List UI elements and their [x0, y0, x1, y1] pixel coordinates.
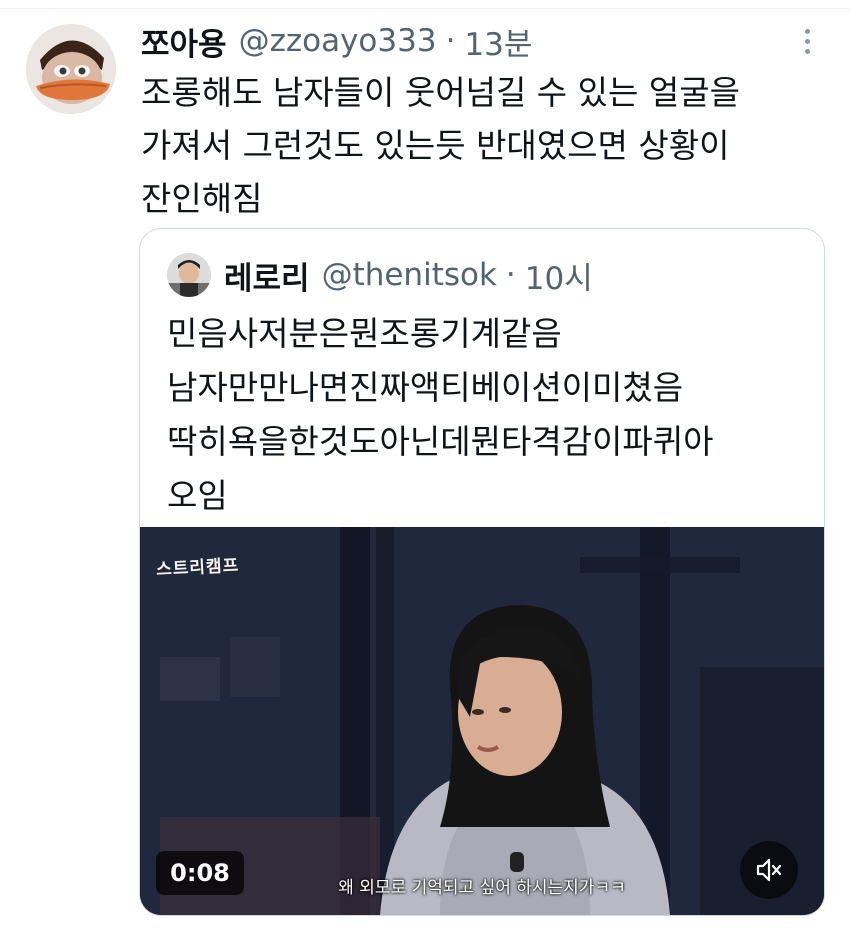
video-subtitle: 왜 외모로 기억되고 싶어 하시는지가ㅋㅋ	[338, 878, 626, 898]
quote-text: 민음사저분은뭔조롱기계같음 남자만만나면진짜액티베이션이미쳤음 딱히욕을한것도아…	[167, 307, 807, 523]
video-player[interactable]: 스트리캠프 0:08 왜 외모로 기억되고 싶어 하시는지가ㅋㅋ	[140, 527, 824, 915]
more-vertical-icon[interactable]	[797, 26, 817, 58]
tweet-text-line: 가져서 그런것도 있는듯 반대였으면 상황이	[141, 126, 730, 165]
tweet-text: 조롱해도 남자들이 웃어넘길 수 있는 얼굴을 가져서 그런것도 있는듯 반대였…	[141, 66, 831, 225]
tweet-text-line: 조롱해도 남자들이 웃어넘길 수 있는 얼굴을	[141, 73, 740, 112]
speaker-muted-icon	[756, 858, 782, 882]
quote-text-line: 남자만만나면진짜액티베이션이미쳤음	[167, 368, 684, 407]
tweet-text-line: 잔인해짐	[141, 179, 263, 218]
quote-text-line: 민음사저분은뭔조롱기계같음	[167, 314, 562, 353]
quote-timestamp[interactable]: 10시	[525, 253, 593, 298]
quote-header: 레로리 @thenitsok · 10시	[224, 253, 593, 297]
quote-text-line: 오임	[167, 476, 228, 515]
separator-dot: ·	[445, 23, 456, 59]
avatar[interactable]	[26, 24, 116, 114]
volume-button[interactable]	[740, 841, 798, 899]
top-divider	[0, 8, 850, 9]
quote-author-name[interactable]: 레로리	[224, 253, 310, 298]
channel-watermark: 스트리캠프	[155, 555, 240, 581]
tweet-timestamp[interactable]: 13분	[464, 19, 532, 64]
quote-text-line: 딱히욕을한것도아닌데뭔타격감이파퀴아	[167, 422, 714, 461]
tweet-header: 쪼아용 @zzoayo333 · 13분	[141, 19, 532, 63]
quote-avatar[interactable]	[167, 253, 211, 297]
author-handle[interactable]: @zzoayo333	[239, 23, 437, 59]
quote-author-handle[interactable]: @thenitsok	[322, 257, 497, 293]
quote-tweet-card[interactable]: 레로리 @thenitsok · 10시 민음사저분은뭔조롱기계같음 남자만만나…	[139, 228, 825, 916]
author-name[interactable]: 쪼아용	[141, 19, 227, 64]
separator-dot: ·	[505, 257, 516, 293]
